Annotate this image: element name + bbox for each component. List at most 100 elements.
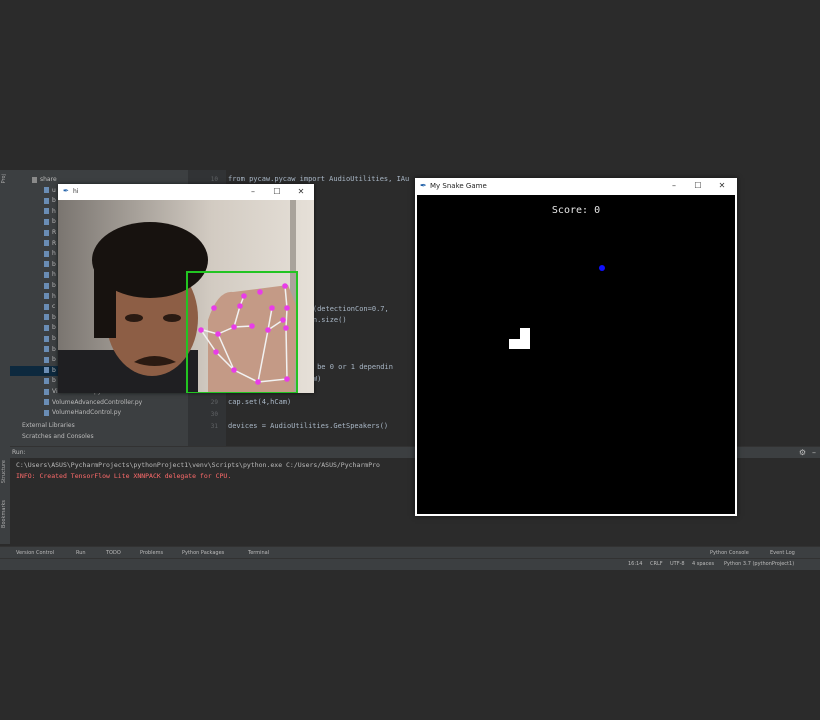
tree-item-label: b <box>52 335 56 342</box>
python-file-icon <box>44 399 49 406</box>
camera-feed <box>58 200 314 393</box>
tree-item-label: b <box>52 377 56 385</box>
status-item[interactable]: Python 3.7 (pythonProject1) <box>724 561 794 567</box>
tree-item-label: R <box>52 229 57 236</box>
camera-feed-image <box>58 200 314 393</box>
food-dot <box>599 265 605 271</box>
snake-game-window[interactable]: ✒ My Snake Game – ☐ ✕ Score: 0 <box>415 178 737 516</box>
tool-tab-python-console[interactable]: Python Console <box>710 550 749 556</box>
camera-window[interactable]: ✒ hi – ☐ ✕ <box>58 184 314 393</box>
python-file-icon <box>44 335 49 342</box>
tree-item-label: b <box>52 356 56 364</box>
python-file-icon <box>44 187 49 194</box>
python-file-icon <box>44 293 49 300</box>
external-libraries-item[interactable]: External Libraries <box>10 421 200 431</box>
tree-item-label: c <box>52 303 56 311</box>
snake-body-segment <box>509 339 520 349</box>
tree-item-label: u <box>52 186 56 194</box>
python-file-icon <box>44 271 49 278</box>
python-file-icon <box>44 367 49 374</box>
snake-head <box>520 328 530 349</box>
tree-item-label: h <box>52 292 56 300</box>
tree-item-label: h <box>52 207 56 215</box>
camera-window-title: hi <box>73 188 79 195</box>
python-file-icon <box>44 324 49 331</box>
close-button[interactable]: ✕ <box>715 181 729 190</box>
minimize-button[interactable]: – <box>246 187 260 196</box>
tree-item-label: share <box>40 176 57 183</box>
tree-item-label: b <box>52 366 56 374</box>
snake-window-titlebar[interactable]: ✒ My Snake Game – ☐ ✕ <box>415 178 737 195</box>
maximize-button[interactable]: ☐ <box>270 187 284 196</box>
bookmarks-tool-tab[interactable]: Bookmarks <box>1 500 9 528</box>
status-item[interactable]: 4 spaces <box>692 561 714 567</box>
tree-item-label: h <box>52 250 56 258</box>
python-file-icon <box>44 229 49 236</box>
tree-item-label: b <box>52 282 56 289</box>
tool-tab-run[interactable]: Run <box>76 550 86 556</box>
status-item[interactable]: UTF-8 <box>670 561 685 567</box>
person-eye-left <box>125 314 143 322</box>
console-command-line: C:\Users\ASUS\PycharmProjects\pythonProj… <box>16 461 380 469</box>
feather-icon: ✒ <box>63 187 69 195</box>
tree-item-label: b <box>52 218 56 226</box>
tree-item-label: b <box>52 260 56 268</box>
line-number: 10 <box>210 176 218 183</box>
run-label: Run: <box>12 449 26 456</box>
project-tool-tab[interactable]: Proj <box>1 174 9 183</box>
tree-item-label: h <box>52 271 56 279</box>
scratches-item[interactable]: Scratches and Consoles <box>10 432 200 442</box>
python-file-icon <box>44 261 49 268</box>
minimize-panel-icon[interactable]: – <box>812 448 816 457</box>
python-file-icon <box>44 303 49 310</box>
python-file-icon <box>44 197 49 204</box>
tool-tab-problems[interactable]: Problems <box>140 550 163 556</box>
maximize-button[interactable]: ☐ <box>691 181 705 190</box>
snake-board <box>509 265 605 349</box>
feather-icon: ✒ <box>420 181 427 190</box>
person-hair-side <box>94 258 116 338</box>
python-file-icon <box>44 346 49 353</box>
person-eye-right <box>163 314 181 322</box>
raised-hand <box>208 285 298 393</box>
code-line: cap.set(4,hCam) <box>228 398 292 406</box>
tool-tab-version-control[interactable]: Version Control <box>16 550 54 556</box>
status-item[interactable]: 16:14 <box>628 561 642 567</box>
code-line: devices = AudioUtilities.GetSpeakers() <box>228 422 389 430</box>
status-item[interactable]: CRLF <box>650 561 663 567</box>
python-file-icon <box>44 314 49 321</box>
python-file-icon <box>44 240 49 247</box>
python-file-icon <box>44 409 49 416</box>
status-bar: 16:14 CRLF UTF-8 4 spaces Python 3.7 (python… <box>0 558 820 570</box>
tree-item-label: VolumeAdvancedController.py <box>52 398 143 406</box>
folder-icon <box>32 176 37 183</box>
tree-item-label: b <box>52 197 56 205</box>
tool-tab-todo[interactable]: TODO <box>106 550 121 556</box>
line-number: 29 <box>210 399 218 406</box>
tool-tab-python-packages[interactable]: Python Packages <box>182 550 224 556</box>
python-file-icon <box>44 377 49 384</box>
python-file-icon <box>44 282 49 289</box>
tree-item-label: b <box>52 345 56 353</box>
tree-item-label: R <box>52 239 57 247</box>
camera-window-titlebar[interactable]: ✒ hi – ☐ ✕ <box>58 184 314 200</box>
python-file-icon <box>44 356 49 363</box>
structure-tool-tab[interactable]: Structure <box>1 460 9 483</box>
minimize-button[interactable]: – <box>667 181 681 190</box>
tree-item-label: VolumeHandControl.py <box>52 409 122 417</box>
line-number: 30 <box>210 411 218 418</box>
snake-window-title: My Snake Game <box>430 182 487 190</box>
code-line: from pycaw.pycaw import AudioUtilities, … <box>228 175 410 183</box>
tool-tab-event-log[interactable]: Event Log <box>770 550 795 556</box>
python-file-icon <box>44 250 49 257</box>
tree-item-label: b <box>52 313 56 321</box>
tool-tab-terminal[interactable]: Terminal <box>248 550 269 556</box>
gear-icon[interactable]: ⚙ <box>799 448 806 457</box>
python-file-icon <box>44 208 49 215</box>
tree-item-label: b <box>52 324 56 332</box>
console-info-line: INFO: Created TensorFlow Lite XNNPACK de… <box>16 472 232 480</box>
close-button[interactable]: ✕ <box>294 187 308 196</box>
python-file-icon <box>44 388 49 395</box>
python-file-icon <box>44 218 49 225</box>
snake-game-canvas[interactable]: Score: 0 <box>417 195 735 514</box>
